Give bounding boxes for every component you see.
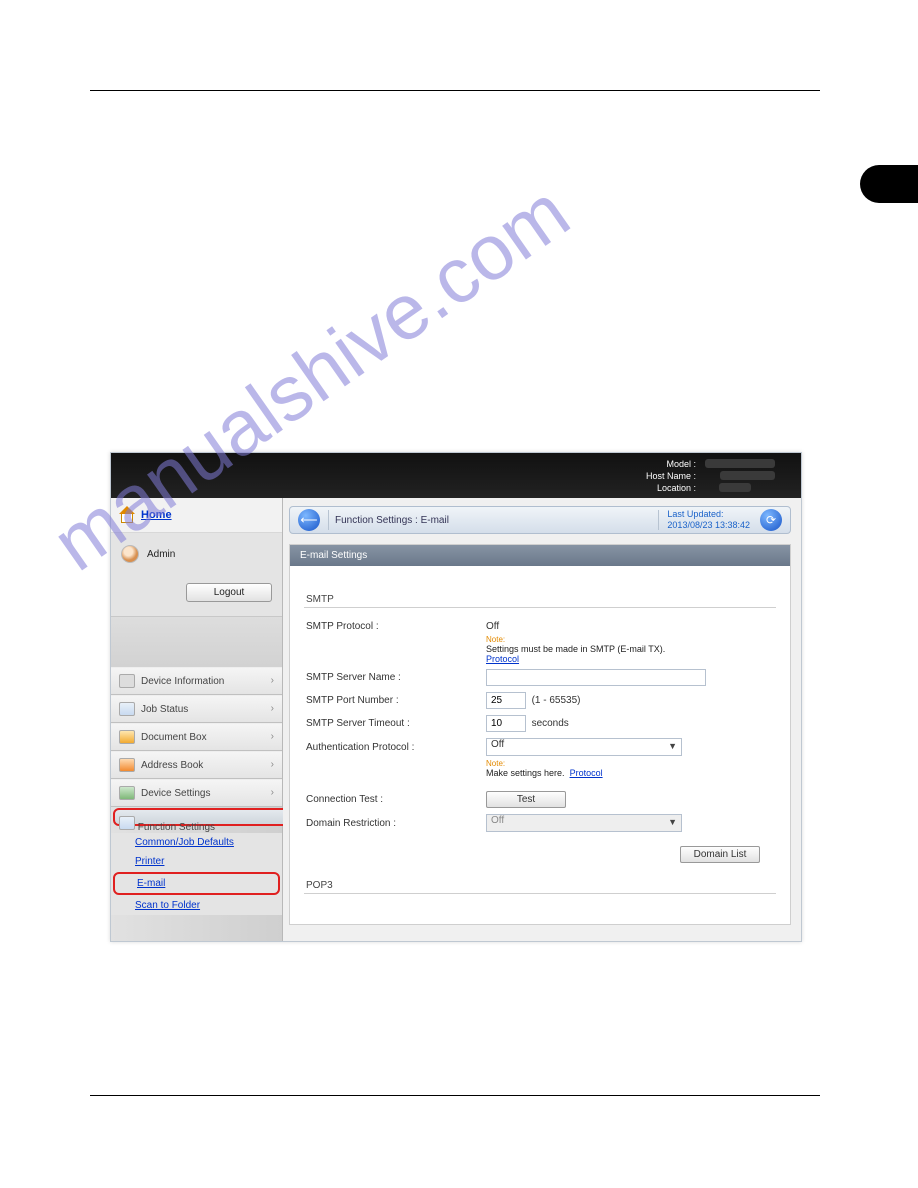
test-button[interactable]: Test (486, 791, 566, 808)
sidebar-item-label: Device Information (141, 676, 224, 687)
sub-printer[interactable]: Printer (111, 852, 282, 871)
smtp-port-label: SMTP Port Number : (306, 695, 486, 706)
back-button[interactable]: ⟵ (298, 509, 320, 531)
smtp-section-title: SMTP (304, 580, 776, 608)
sidebar-item-label: Device Settings (141, 788, 210, 799)
sidebar-spacer (111, 617, 282, 667)
sidebar-item-device-info[interactable]: Device Information › (111, 667, 282, 695)
breadcrumb-bar: ⟵ Function Settings : E-mail Last Update… (289, 506, 791, 534)
note-heading: Note: (290, 635, 790, 644)
email-settings-panel: E-mail Settings SMTP SMTP Protocol : Off… (289, 544, 791, 925)
sidebar-item-address-book[interactable]: Address Book › (111, 751, 282, 779)
sub-email[interactable]: E-mail (113, 872, 280, 895)
sidebar-item-label: Function Settings (138, 822, 215, 833)
note-text: Settings must be made in SMTP (E-mail TX… (290, 644, 790, 666)
last-updated-label: Last Updated: (667, 509, 750, 520)
sidebar-home[interactable]: Home (119, 504, 274, 526)
chevron-right-icon: › (271, 787, 274, 798)
refresh-button[interactable]: ⟳ (760, 509, 782, 531)
chevron-right-icon: › (271, 675, 274, 686)
chevron-right-icon: › (271, 759, 274, 770)
sidebar: Home Admin Logout Device Information › J… (111, 498, 283, 941)
model-value-redacted (705, 459, 775, 468)
pop3-section-title: POP3 (304, 866, 776, 894)
smtp-timeout-unit: seconds (532, 718, 569, 729)
sidebar-submenu: Common/Job Defaults Printer E-mail Scan … (111, 833, 282, 915)
host-label: Host Name : (646, 471, 696, 481)
domain-restriction-select: Off ▼ (486, 814, 682, 832)
app-header: Model : Host Name : Location : (111, 453, 801, 498)
smtp-protocol-value: Off (486, 621, 774, 632)
host-value-redacted (720, 471, 775, 480)
sidebar-item-label: Document Box (141, 732, 207, 743)
document-box-icon (119, 730, 135, 744)
smtp-port-hint: (1 - 65535) (532, 695, 581, 706)
user-name: Admin (147, 549, 175, 560)
sidebar-item-job-status[interactable]: Job Status › (111, 695, 282, 723)
job-status-icon (119, 702, 135, 716)
divider (328, 510, 329, 530)
protocol-link[interactable]: Protocol (486, 654, 519, 664)
auth-protocol-label: Authentication Protocol : (306, 742, 486, 753)
last-updated: Last Updated: 2013/08/23 13:38:42 (667, 509, 750, 531)
smtp-timeout-input[interactable] (486, 715, 526, 732)
main-pane: ⟵ Function Settings : E-mail Last Update… (283, 498, 801, 941)
function-settings-icon (119, 816, 135, 830)
home-icon (119, 508, 135, 522)
smtp-timeout-label: SMTP Server Timeout : (306, 718, 486, 729)
smtp-port-input[interactable] (486, 692, 526, 709)
connection-test-label: Connection Test : (306, 794, 486, 805)
breadcrumb-title: Function Settings : E-mail (335, 515, 449, 526)
sidebar-item-label: Address Book (141, 760, 203, 771)
logout-button[interactable]: Logout (186, 583, 272, 602)
chevron-right-icon: › (271, 703, 274, 714)
page-rule-top (90, 90, 820, 91)
device-info-icon (119, 674, 135, 688)
location-label: Location : (657, 483, 696, 493)
sidebar-item-function-settings[interactable]: Function Settings ⌄ (113, 808, 309, 826)
refresh-icon: ⟳ (766, 513, 776, 527)
sidebar-item-device-settings[interactable]: Device Settings › (111, 779, 282, 807)
device-settings-icon (119, 786, 135, 800)
last-updated-value: 2013/08/23 13:38:42 (667, 520, 750, 531)
panel-title: E-mail Settings (290, 545, 790, 566)
smtp-protocol-label: SMTP Protocol : (306, 621, 486, 632)
protocol-link[interactable]: Protocol (570, 768, 603, 778)
avatar-icon (121, 545, 139, 563)
note-text: Make settings here. Protocol (290, 768, 790, 780)
sidebar-item-label: Job Status (141, 704, 188, 715)
arrow-left-icon: ⟵ (300, 513, 317, 527)
model-label: Model : (666, 459, 696, 469)
smtp-server-name-input[interactable] (486, 669, 706, 686)
location-value-redacted (719, 483, 751, 492)
auth-protocol-select[interactable]: Off ▼ (486, 738, 682, 756)
sidebar-item-document-box[interactable]: Document Box › (111, 723, 282, 751)
dropdown-icon: ▼ (668, 817, 677, 827)
smtp-server-name-label: SMTP Server Name : (306, 672, 486, 683)
sub-scan-to-folder[interactable]: Scan to Folder (111, 896, 282, 915)
sub-common-defaults[interactable]: Common/Job Defaults (111, 833, 282, 852)
address-book-icon (119, 758, 135, 772)
home-link[interactable]: Home (141, 509, 172, 521)
page-rule-bottom (90, 1095, 820, 1096)
page-side-tab (860, 165, 918, 203)
screenshot-window: Model : Host Name : Location : Home Admi… (110, 452, 802, 942)
domain-restriction-label: Domain Restriction : (306, 818, 486, 829)
sidebar-user: Admin (111, 533, 282, 575)
dropdown-icon: ▼ (668, 741, 677, 751)
chevron-right-icon: › (271, 731, 274, 742)
note-heading: Note: (290, 759, 790, 768)
domain-list-button[interactable]: Domain List (680, 846, 760, 863)
divider (658, 510, 659, 530)
